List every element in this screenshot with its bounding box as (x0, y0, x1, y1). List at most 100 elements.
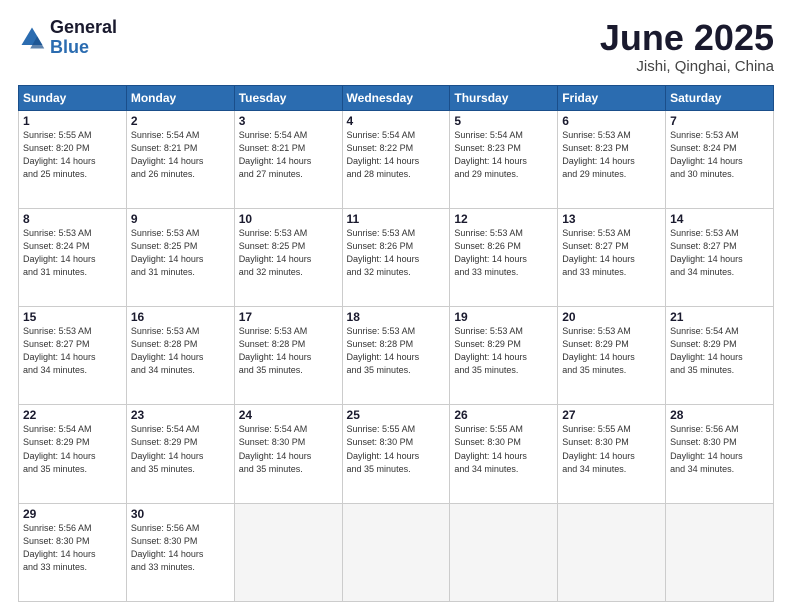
table-row: 12Sunrise: 5:53 AM Sunset: 8:26 PM Dayli… (450, 208, 558, 306)
day-info: Sunrise: 5:55 AM Sunset: 8:30 PM Dayligh… (454, 423, 553, 475)
day-info: Sunrise: 5:53 AM Sunset: 8:24 PM Dayligh… (23, 227, 122, 279)
table-row: 29Sunrise: 5:56 AM Sunset: 8:30 PM Dayli… (19, 503, 127, 601)
day-info: Sunrise: 5:54 AM Sunset: 8:29 PM Dayligh… (131, 423, 230, 475)
day-number: 21 (670, 310, 769, 324)
table-row: 2Sunrise: 5:54 AM Sunset: 8:21 PM Daylig… (126, 110, 234, 208)
table-row: 30Sunrise: 5:56 AM Sunset: 8:30 PM Dayli… (126, 503, 234, 601)
day-number: 20 (562, 310, 661, 324)
day-info: Sunrise: 5:53 AM Sunset: 8:27 PM Dayligh… (670, 227, 769, 279)
day-number: 15 (23, 310, 122, 324)
calendar-week-2: 15Sunrise: 5:53 AM Sunset: 8:27 PM Dayli… (19, 307, 774, 405)
day-info: Sunrise: 5:54 AM Sunset: 8:23 PM Dayligh… (454, 129, 553, 181)
day-info: Sunrise: 5:54 AM Sunset: 8:29 PM Dayligh… (670, 325, 769, 377)
day-info: Sunrise: 5:54 AM Sunset: 8:22 PM Dayligh… (347, 129, 446, 181)
table-row: 18Sunrise: 5:53 AM Sunset: 8:28 PM Dayli… (342, 307, 450, 405)
table-row: 14Sunrise: 5:53 AM Sunset: 8:27 PM Dayli… (666, 208, 774, 306)
day-number: 4 (347, 114, 446, 128)
day-info: Sunrise: 5:53 AM Sunset: 8:28 PM Dayligh… (347, 325, 446, 377)
calendar-week-4: 29Sunrise: 5:56 AM Sunset: 8:30 PM Dayli… (19, 503, 774, 601)
day-info: Sunrise: 5:56 AM Sunset: 8:30 PM Dayligh… (670, 423, 769, 475)
calendar-week-3: 22 Sunrise: 5:54 AM Sunset: 8:29 PM Dayli… (19, 405, 774, 503)
calendar-week-1: 8Sunrise: 5:53 AM Sunset: 8:24 PM Daylig… (19, 208, 774, 306)
col-wednesday: Wednesday (342, 85, 450, 110)
logo-blue: Blue (50, 38, 117, 58)
table-row (558, 503, 666, 601)
day-number: 18 (347, 310, 446, 324)
col-saturday: Saturday (666, 85, 774, 110)
day-number: 30 (131, 507, 230, 521)
col-sunday: Sunday (19, 85, 127, 110)
table-row: 28Sunrise: 5:56 AM Sunset: 8:30 PM Dayli… (666, 405, 774, 503)
col-friday: Friday (558, 85, 666, 110)
day-info: Sunrise: 5:53 AM Sunset: 8:26 PM Dayligh… (347, 227, 446, 279)
table-row: 5Sunrise: 5:54 AM Sunset: 8:23 PM Daylig… (450, 110, 558, 208)
day-info: Sunrise: 5:55 AM Sunset: 8:30 PM Dayligh… (347, 423, 446, 475)
table-row: 1Sunrise: 5:55 AM Sunset: 8:20 PM Daylig… (19, 110, 127, 208)
col-tuesday: Tuesday (234, 85, 342, 110)
logo-text: General Blue (50, 18, 117, 58)
day-number: 13 (562, 212, 661, 226)
table-row: 10Sunrise: 5:53 AM Sunset: 8:25 PM Dayli… (234, 208, 342, 306)
table-row: 7Sunrise: 5:53 AM Sunset: 8:24 PM Daylig… (666, 110, 774, 208)
day-info: Sunrise: 5:56 AM Sunset: 8:30 PM Dayligh… (23, 522, 122, 574)
day-info: Sunrise: 5:56 AM Sunset: 8:30 PM Dayligh… (131, 522, 230, 574)
day-number: 8 (23, 212, 122, 226)
table-row: 8Sunrise: 5:53 AM Sunset: 8:24 PM Daylig… (19, 208, 127, 306)
table-row: 27Sunrise: 5:55 AM Sunset: 8:30 PM Dayli… (558, 405, 666, 503)
table-row: 4Sunrise: 5:54 AM Sunset: 8:22 PM Daylig… (342, 110, 450, 208)
day-info: Sunrise: 5:53 AM Sunset: 8:26 PM Dayligh… (454, 227, 553, 279)
day-info: Sunrise: 5:53 AM Sunset: 8:27 PM Dayligh… (562, 227, 661, 279)
calendar-table: Sunday Monday Tuesday Wednesday Thursday… (18, 85, 774, 602)
table-row (234, 503, 342, 601)
table-row: 25Sunrise: 5:55 AM Sunset: 8:30 PM Dayli… (342, 405, 450, 503)
table-row: 24Sunrise: 5:54 AM Sunset: 8:30 PM Dayli… (234, 405, 342, 503)
day-info: Sunrise: 5:53 AM Sunset: 8:27 PM Dayligh… (23, 325, 122, 377)
table-row (666, 503, 774, 601)
day-info: Sunrise: 5:53 AM Sunset: 8:25 PM Dayligh… (239, 227, 338, 279)
table-row: 20Sunrise: 5:53 AM Sunset: 8:29 PM Dayli… (558, 307, 666, 405)
table-row: 11Sunrise: 5:53 AM Sunset: 8:26 PM Dayli… (342, 208, 450, 306)
table-row: 13Sunrise: 5:53 AM Sunset: 8:27 PM Dayli… (558, 208, 666, 306)
table-row: 3Sunrise: 5:54 AM Sunset: 8:21 PM Daylig… (234, 110, 342, 208)
table-row (342, 503, 450, 601)
day-info: Sunrise: 5:53 AM Sunset: 8:25 PM Dayligh… (131, 227, 230, 279)
logo-icon (18, 24, 46, 52)
day-number: 10 (239, 212, 338, 226)
day-info: Sunrise: 5:53 AM Sunset: 8:28 PM Dayligh… (131, 325, 230, 377)
day-number: 16 (131, 310, 230, 324)
table-row: 15Sunrise: 5:53 AM Sunset: 8:27 PM Dayli… (19, 307, 127, 405)
day-number: 12 (454, 212, 553, 226)
day-info: Sunrise: 5:53 AM Sunset: 8:23 PM Dayligh… (562, 129, 661, 181)
day-info: Sunrise: 5:53 AM Sunset: 8:24 PM Dayligh… (670, 129, 769, 181)
day-number: 3 (239, 114, 338, 128)
logo: General Blue (18, 18, 117, 58)
header: General Blue June 2025 Jishi, Qinghai, C… (18, 18, 774, 75)
day-info: Sunrise: 5:54 AM Sunset: 8:21 PM Dayligh… (239, 129, 338, 181)
day-number: 9 (131, 212, 230, 226)
day-info: Sunrise: 5:54 AM Sunset: 8:21 PM Dayligh… (131, 129, 230, 181)
day-number: 26 (454, 408, 553, 422)
calendar-week-0: 1Sunrise: 5:55 AM Sunset: 8:20 PM Daylig… (19, 110, 774, 208)
day-info: Sunrise: 5:53 AM Sunset: 8:29 PM Dayligh… (454, 325, 553, 377)
table-row: 19Sunrise: 5:53 AM Sunset: 8:29 PM Dayli… (450, 307, 558, 405)
calendar-header-row: Sunday Monday Tuesday Wednesday Thursday… (19, 85, 774, 110)
day-number: 6 (562, 114, 661, 128)
month-title: June 2025 (600, 18, 774, 58)
table-row: 6Sunrise: 5:53 AM Sunset: 8:23 PM Daylig… (558, 110, 666, 208)
title-block: June 2025 Jishi, Qinghai, China (600, 18, 774, 75)
table-row: 17Sunrise: 5:53 AM Sunset: 8:28 PM Dayli… (234, 307, 342, 405)
table-row: 21Sunrise: 5:54 AM Sunset: 8:29 PM Dayli… (666, 307, 774, 405)
day-number: 11 (347, 212, 446, 226)
day-info: Sunrise: 5:55 AM Sunset: 8:20 PM Dayligh… (23, 129, 122, 181)
day-number: 24 (239, 408, 338, 422)
day-info: Sunrise: 5:54 AM Sunset: 8:30 PM Dayligh… (239, 423, 338, 475)
col-monday: Monday (126, 85, 234, 110)
table-row: 26Sunrise: 5:55 AM Sunset: 8:30 PM Dayli… (450, 405, 558, 503)
table-row: 9Sunrise: 5:53 AM Sunset: 8:25 PM Daylig… (126, 208, 234, 306)
day-info: Sunrise: 5:55 AM Sunset: 8:30 PM Dayligh… (562, 423, 661, 475)
table-row: 16Sunrise: 5:53 AM Sunset: 8:28 PM Dayli… (126, 307, 234, 405)
day-info: Sunrise: 5:53 AM Sunset: 8:28 PM Dayligh… (239, 325, 338, 377)
day-number: 22 (23, 408, 122, 422)
day-number: 2 (131, 114, 230, 128)
day-number: 25 (347, 408, 446, 422)
